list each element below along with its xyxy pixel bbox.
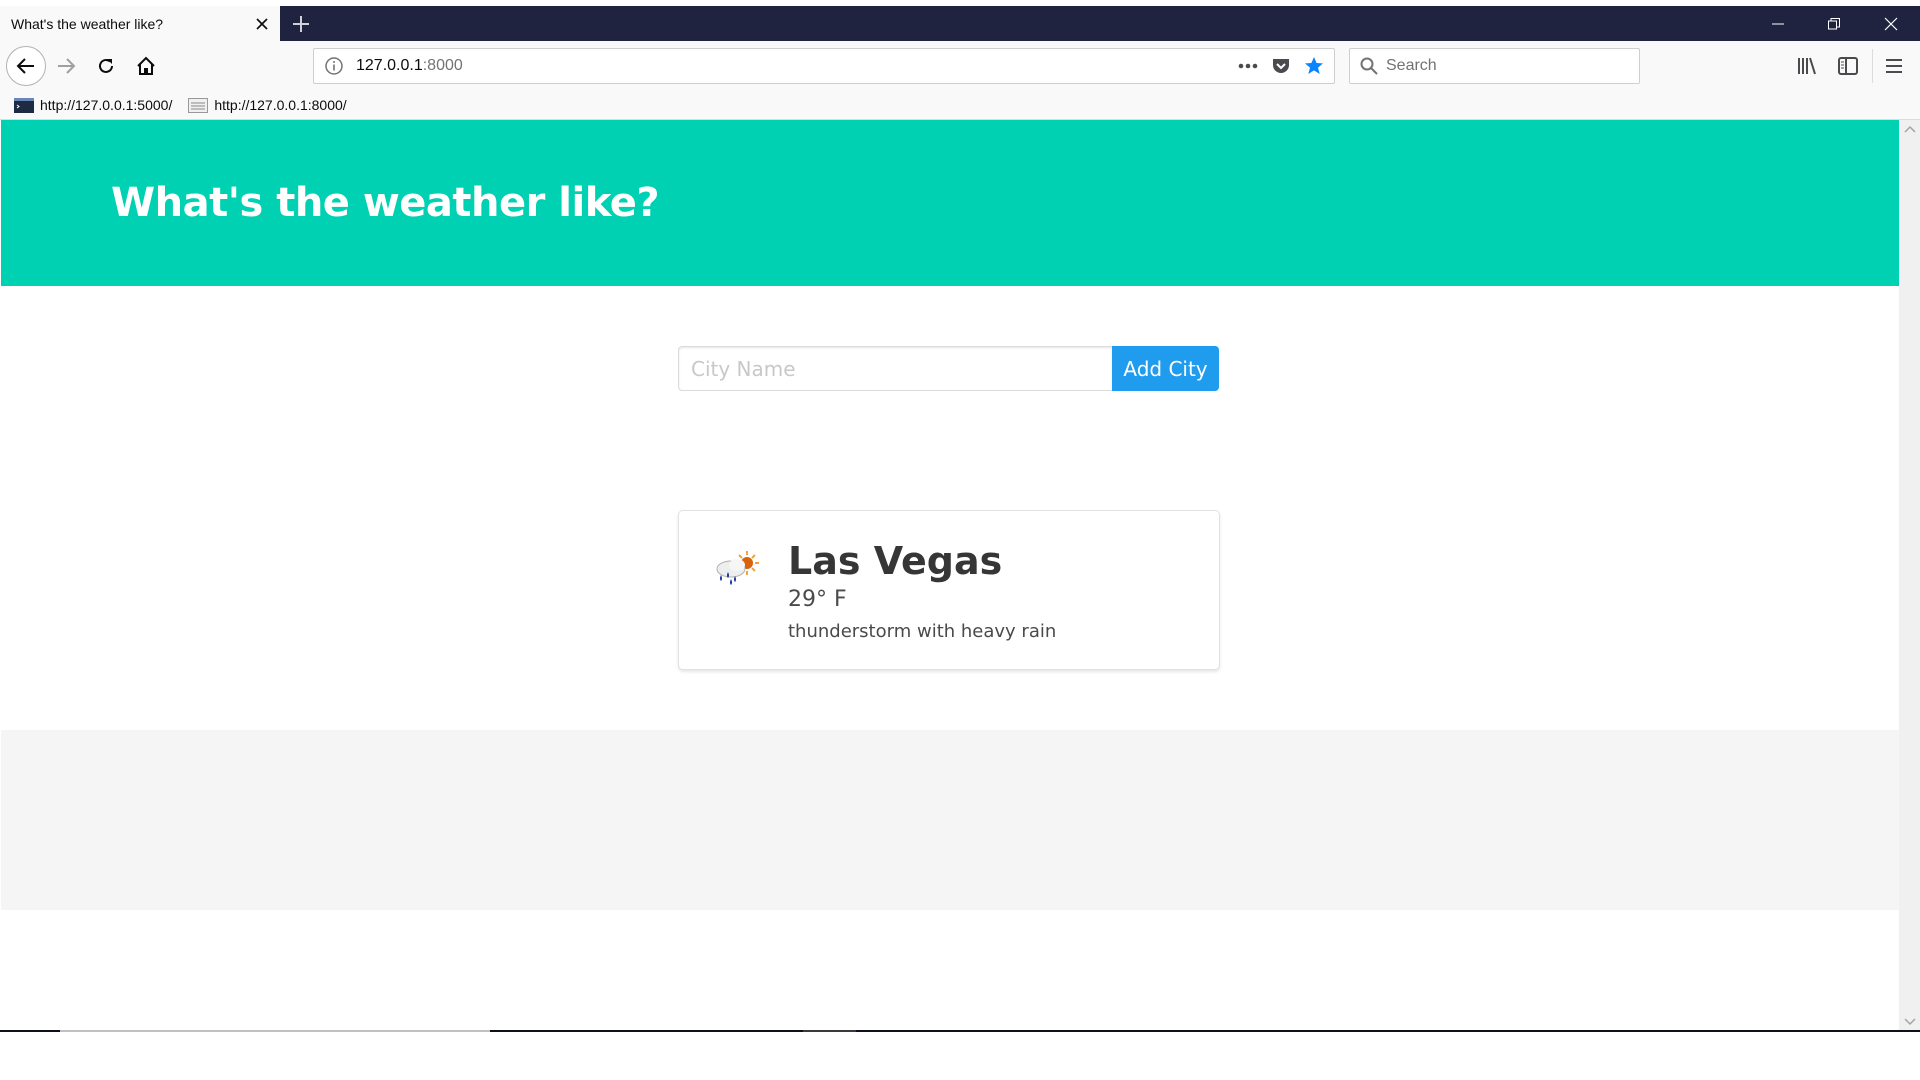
restore-icon: [1828, 17, 1840, 29]
page-viewport: What's the weather like? Add City Las Ve…: [0, 120, 1899, 1030]
hero-banner: What's the weather like?: [1, 120, 1899, 286]
city-name: Las Vegas: [788, 539, 1003, 583]
new-tab-button[interactable]: [284, 8, 318, 40]
minimize-icon: [1772, 23, 1784, 24]
terminal-icon: [14, 97, 34, 113]
back-button[interactable]: [6, 46, 46, 86]
bookmark-label: http://127.0.0.1:8000/: [214, 97, 347, 113]
weather-card-body: Las Vegas 29° F thunderstorm with heavy …: [788, 539, 1056, 647]
weather-description: thunderstorm with heavy rain: [788, 621, 1057, 642]
tab-title: What's the weather like?: [11, 15, 164, 32]
restore-button[interactable]: [1811, 6, 1857, 41]
page-icon: [188, 97, 209, 113]
city-name-input[interactable]: [678, 346, 1112, 391]
weather-card: Las Vegas 29° F thunderstorm with heavy …: [678, 510, 1220, 670]
plus-icon: [293, 16, 309, 32]
url-host: 127.0.0.1: [356, 57, 423, 74]
pocket-icon[interactable]: [1272, 57, 1290, 75]
bookmark-item[interactable]: http://127.0.0.1:8000/: [188, 97, 347, 113]
scroll-down-button[interactable]: [1899, 1013, 1920, 1030]
add-city-button[interactable]: Add City: [1112, 346, 1219, 391]
forward-button[interactable]: [48, 48, 84, 84]
arrow-left-icon: [16, 58, 34, 74]
nav-toolbar: 127.0.0.1:8000 Search: [0, 41, 1920, 91]
menu-button[interactable]: [1880, 52, 1908, 80]
arrow-right-icon: [58, 58, 76, 74]
close-window-button[interactable]: [1868, 6, 1914, 41]
chevron-up-icon: [1903, 125, 1916, 133]
bookmark-label: http://127.0.0.1:5000/: [40, 97, 173, 113]
home-icon: [137, 56, 155, 75]
add-city-form: Add City: [678, 346, 1219, 391]
url-bar[interactable]: 127.0.0.1:8000: [313, 48, 1335, 84]
bookmark-star-icon[interactable]: [1304, 56, 1324, 76]
url-text: 127.0.0.1:8000: [356, 57, 463, 75]
scroll-up-button[interactable]: [1899, 120, 1920, 137]
close-icon: [1884, 17, 1898, 30]
bookmarks-toolbar: http://127.0.0.1:5000/ http://127.0.0.1:…: [0, 91, 1920, 120]
rain-sun-cloud-icon: [716, 551, 759, 585]
tab-active[interactable]: What's the weather like?: [0, 6, 280, 41]
reload-button[interactable]: [88, 48, 124, 84]
info-icon[interactable]: [324, 56, 344, 76]
close-tab-icon[interactable]: [248, 10, 276, 38]
search-icon: [1360, 57, 1378, 75]
sidebar-toggle-button[interactable]: [1834, 52, 1862, 80]
reload-icon: [99, 58, 113, 73]
hamburger-icon: [1886, 59, 1902, 73]
more-actions-icon[interactable]: [1238, 63, 1258, 69]
toolbar-separator: [1872, 49, 1873, 83]
url-port: :8000: [422, 57, 463, 74]
chevron-down-icon: [1903, 1017, 1916, 1025]
temperature: 29° F: [788, 587, 847, 612]
window-bottom-border-segment: [60, 1030, 490, 1032]
search-placeholder: Search: [1386, 57, 1437, 74]
page-footer: [1, 730, 1899, 910]
sidebar-icon: [1838, 57, 1858, 75]
page-title: What's the weather like?: [111, 180, 660, 226]
window-bottom-border-segment: [803, 1030, 856, 1032]
search-bar[interactable]: Search: [1349, 48, 1640, 84]
library-icon: [1798, 57, 1816, 75]
home-button[interactable]: [128, 48, 164, 84]
bookmark-item[interactable]: http://127.0.0.1:5000/: [14, 97, 172, 113]
minimize-button[interactable]: [1755, 6, 1801, 41]
library-button[interactable]: [1793, 52, 1821, 80]
vertical-scrollbar[interactable]: [1899, 120, 1920, 1030]
tab-bar: What's the weather like?: [0, 6, 1920, 41]
